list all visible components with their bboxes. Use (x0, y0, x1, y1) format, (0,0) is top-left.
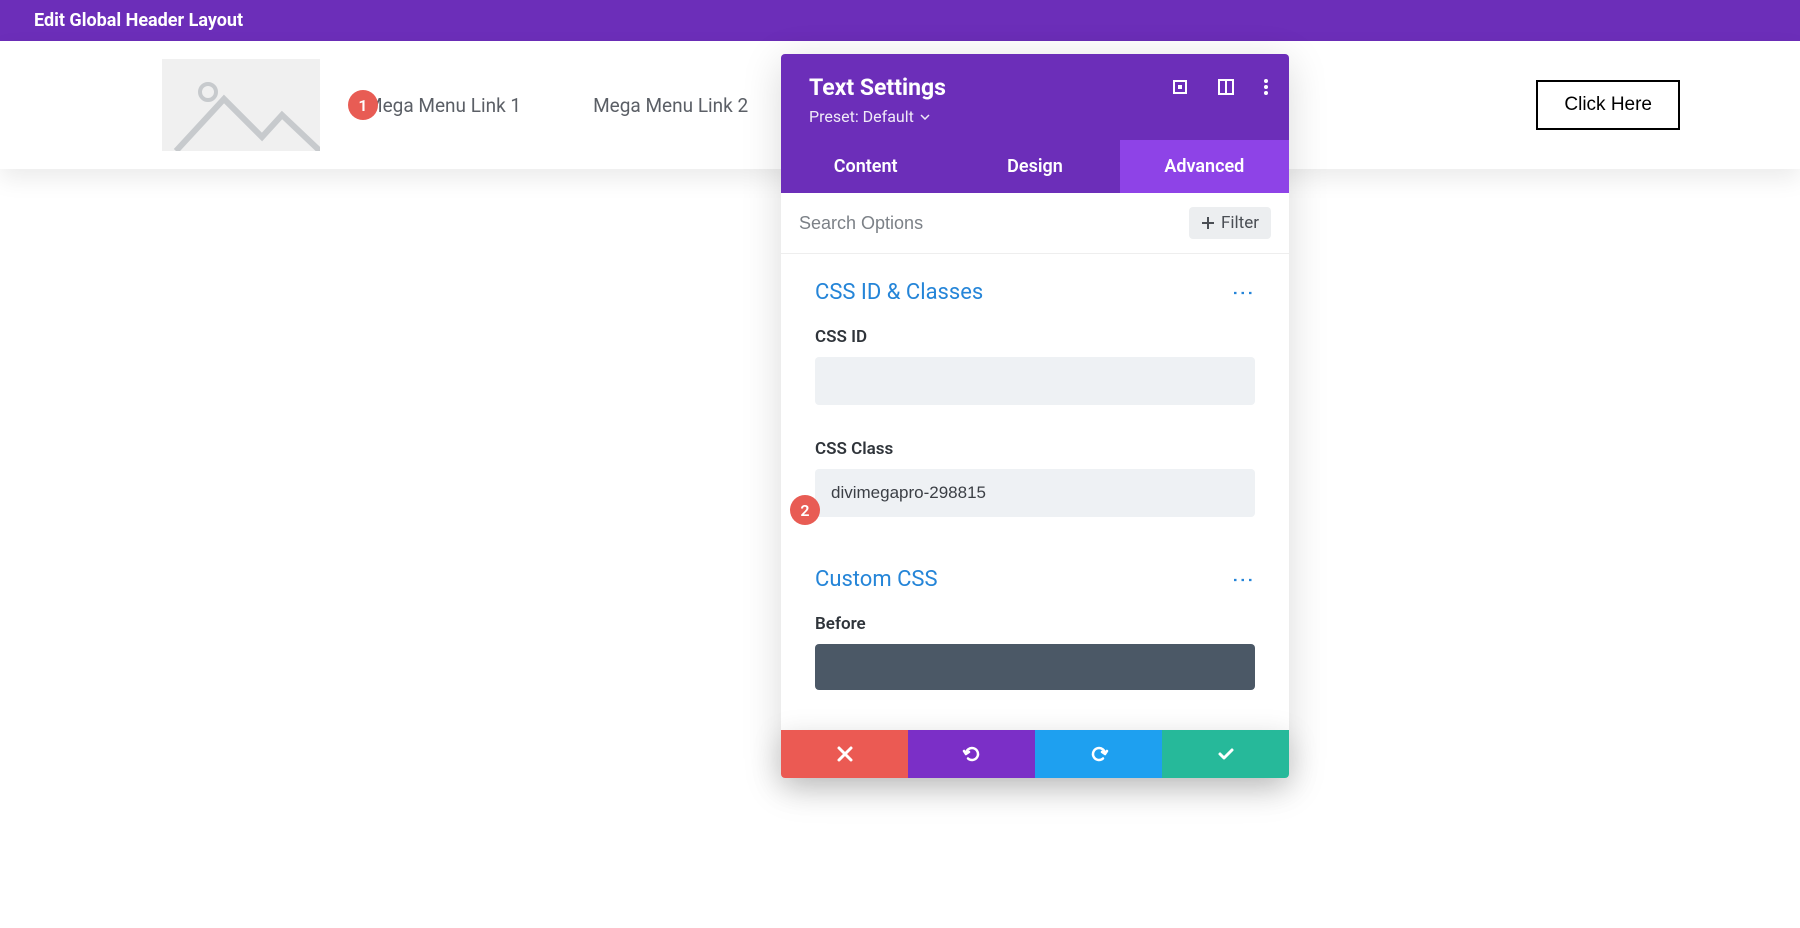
preset-label: Preset: Default (809, 107, 914, 126)
expand-icon[interactable] (1171, 78, 1189, 96)
css-id-input[interactable] (815, 357, 1255, 405)
panel-tabs: Content Design Advanced (781, 140, 1289, 193)
tab-content[interactable]: Content (781, 140, 950, 193)
css-class-input[interactable] (815, 469, 1255, 517)
section-head-custom: Custom CSS ⋮ (815, 567, 1255, 592)
annotation-badge-2: 2 (790, 495, 820, 525)
image-placeholder-icon (162, 59, 320, 151)
section-head-css: CSS ID & Classes ⋮ (815, 280, 1255, 305)
close-icon (836, 745, 854, 763)
tab-advanced[interactable]: Advanced (1120, 140, 1289, 193)
menu-link-2[interactable]: Mega Menu Link 2 (593, 94, 748, 117)
page-title-bar: Edit Global Header Layout (0, 0, 1800, 41)
css-class-label: CSS Class (815, 439, 1255, 459)
confirm-button[interactable] (1162, 730, 1289, 778)
section-title-css[interactable]: CSS ID & Classes (815, 280, 983, 305)
before-css-input[interactable] (815, 644, 1255, 690)
settings-panel: Text Settings Preset: Default Content De… (781, 54, 1289, 778)
page-title: Edit Global Header Layout (34, 10, 243, 31)
section-title-custom[interactable]: Custom CSS (815, 567, 938, 592)
search-input[interactable] (799, 213, 1179, 234)
filter-button[interactable]: Filter (1189, 207, 1271, 239)
more-icon[interactable] (1263, 78, 1269, 96)
undo-button[interactable] (908, 730, 1035, 778)
panel-body[interactable]: CSS ID & Classes ⋮ CSS ID CSS Class Cust… (781, 254, 1289, 778)
redo-icon (1089, 744, 1109, 764)
panel-actions (781, 730, 1289, 778)
before-label: Before (815, 614, 1255, 634)
columns-icon[interactable] (1217, 78, 1235, 96)
css-id-label: CSS ID (815, 327, 1255, 347)
cta-button[interactable]: Click Here (1536, 80, 1680, 130)
filter-label: Filter (1221, 213, 1259, 233)
undo-icon (962, 744, 982, 764)
panel-search-row: Filter (781, 193, 1289, 254)
preset-selector[interactable]: Preset: Default (809, 107, 930, 126)
menu-link-1[interactable]: Mega Menu Link 1 (366, 94, 521, 117)
image-placeholder[interactable] (162, 59, 320, 151)
menu-links: Mega Menu Link 1 Mega Menu Link 2 (366, 94, 748, 117)
panel-header-icons (1171, 78, 1269, 96)
chevron-down-icon (920, 114, 930, 120)
section-more-custom[interactable]: ⋮ (1230, 569, 1255, 591)
check-icon (1216, 744, 1236, 764)
cancel-button[interactable] (781, 730, 908, 778)
panel-header: Text Settings Preset: Default (781, 54, 1289, 140)
redo-button[interactable] (1035, 730, 1162, 778)
tab-design[interactable]: Design (950, 140, 1119, 193)
section-more-css[interactable]: ⋮ (1230, 282, 1255, 304)
plus-icon (1201, 216, 1215, 230)
annotation-badge-1: 1 (348, 90, 378, 120)
